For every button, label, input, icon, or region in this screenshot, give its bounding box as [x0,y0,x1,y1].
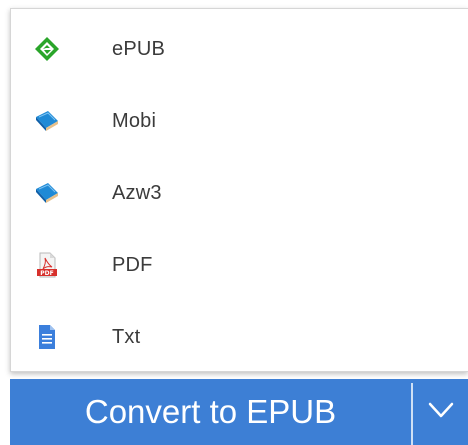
format-dropdown-toggle[interactable] [413,379,468,445]
menu-item-txt[interactable]: Txt [11,311,468,363]
menu-item-label: Azw3 [112,181,162,204]
mobi-book-icon [33,107,61,135]
txt-file-icon [33,323,61,351]
menu-item-pdf[interactable]: PDF PDF [11,239,468,291]
menu-item-azw3[interactable]: Azw3 [11,167,468,219]
svg-text:PDF: PDF [40,270,53,277]
azw3-book-icon [33,179,61,207]
menu-item-label: Mobi [112,109,157,132]
menu-item-epub[interactable]: ePUB [11,23,468,75]
convert-button[interactable]: Convert to EPUB [10,379,411,445]
menu-item-label: PDF [112,253,153,276]
format-dropdown-menu: ePUB Mobi Azw3 PDF PDF Txt [10,8,468,372]
menu-item-mobi[interactable]: Mobi [11,95,468,147]
epub-icon [33,35,61,63]
menu-item-label: ePUB [112,37,166,60]
chevron-down-icon [428,401,454,424]
pdf-file-icon: PDF [33,251,61,279]
convert-bar: Convert to EPUB [10,379,468,445]
format-selector: ePUB Mobi Azw3 PDF PDF Txt Convert to EP… [0,0,468,445]
menu-item-label: Txt [112,325,141,348]
